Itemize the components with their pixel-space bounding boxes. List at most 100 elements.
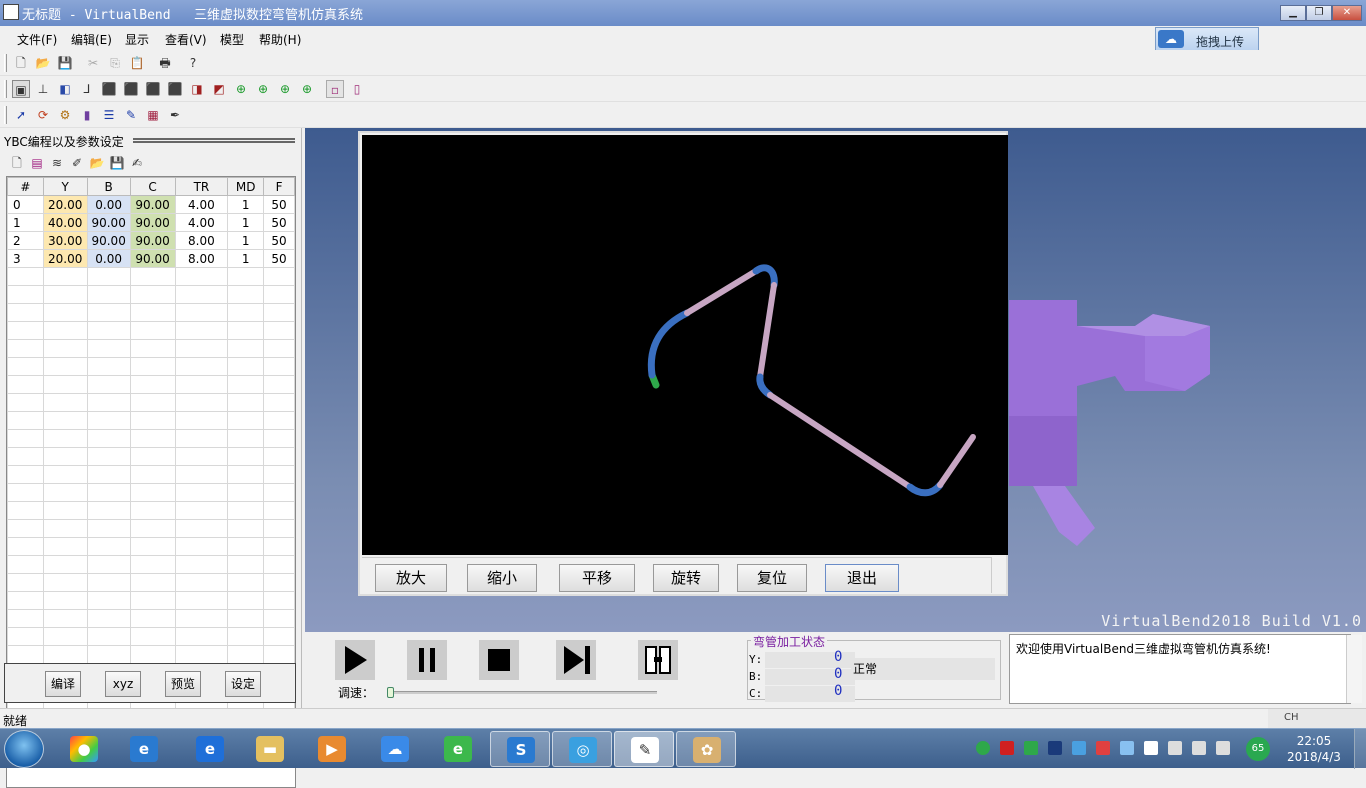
cell-empty[interactable] (7, 375, 44, 394)
cell-empty[interactable] (227, 285, 265, 304)
cell-y[interactable]: 40.00 (42, 213, 88, 232)
taskbar-virtualbend[interactable]: ✎ (614, 731, 674, 767)
cell-empty[interactable] (7, 465, 44, 484)
cell-empty[interactable] (263, 627, 295, 646)
cell-empty[interactable] (263, 357, 295, 376)
cell-empty[interactable] (129, 609, 176, 628)
col-header-f[interactable]: F (263, 177, 295, 196)
cell-empty[interactable] (86, 483, 131, 502)
cell-f[interactable]: 50 (263, 231, 295, 250)
table-row[interactable]: 1 40.00 90.00 90.00 4.00 1 50 (7, 213, 295, 232)
cell-empty[interactable] (7, 303, 44, 322)
view-fit-icon[interactable]: ▣ (12, 80, 30, 98)
taskbar-sogou[interactable]: S (490, 731, 550, 767)
table-row[interactable]: 2 30.00 90.00 90.00 8.00 1 50 (7, 231, 295, 250)
panel-toggle2-icon[interactable]: ▯ (348, 80, 366, 98)
cell-empty[interactable] (227, 267, 265, 286)
cell-empty[interactable] (174, 285, 229, 304)
cell-empty[interactable] (42, 645, 88, 664)
cell-empty[interactable] (227, 339, 265, 358)
minimize-button[interactable]: ▁ (1280, 5, 1306, 21)
compile-button[interactable]: 编译 (45, 671, 81, 697)
zoom-out-button[interactable]: 缩小 (467, 564, 537, 592)
cell-empty[interactable] (129, 591, 176, 610)
select-arrow-icon[interactable]: ➚ (12, 106, 30, 124)
cell-y[interactable]: 30.00 (42, 231, 88, 250)
cell-empty[interactable] (263, 267, 295, 286)
cell-empty[interactable] (42, 429, 88, 448)
cell-y[interactable]: 20.00 (42, 249, 88, 268)
view-bottom-icon[interactable]: ⊥ (34, 80, 52, 98)
cell-empty[interactable] (42, 375, 88, 394)
rotate-tool-icon[interactable]: ⟳ (34, 106, 52, 124)
cell-empty[interactable] (42, 357, 88, 376)
cell-empty[interactable] (263, 501, 295, 520)
menu-model[interactable]: 模型 (220, 31, 244, 48)
cell-empty[interactable] (174, 519, 229, 538)
cell-empty[interactable] (129, 339, 176, 358)
cell-empty[interactable] (227, 645, 265, 664)
cell-empty[interactable] (129, 627, 176, 646)
cell-empty[interactable] (42, 609, 88, 628)
cell-empty[interactable] (86, 375, 131, 394)
cell-empty[interactable] (227, 447, 265, 466)
cell-empty[interactable] (174, 411, 229, 430)
gear-icon[interactable]: ⚙ (56, 106, 74, 124)
cell-empty[interactable] (174, 609, 229, 628)
cell-empty[interactable] (129, 375, 176, 394)
cell-empty[interactable] (129, 501, 176, 520)
col-header-y[interactable]: Y (42, 177, 88, 196)
cell-empty[interactable] (174, 591, 229, 610)
paste-icon[interactable]: 📋 (128, 54, 146, 72)
table-row-empty[interactable] (7, 429, 295, 448)
taskbar-cloud[interactable]: ☁ (365, 731, 425, 767)
message-scrollbar[interactable] (1346, 635, 1362, 703)
stack-icon[interactable]: ≋ (48, 154, 66, 172)
cell-empty[interactable] (263, 285, 295, 304)
tray-wifi-icon[interactable] (1216, 741, 1230, 755)
taskbar-green-app[interactable]: e (428, 731, 488, 767)
tray-battery-icon[interactable] (1168, 741, 1182, 755)
cell-f[interactable]: 50 (263, 195, 295, 214)
cell-empty[interactable] (7, 573, 44, 592)
stop-button[interactable] (479, 640, 519, 680)
cell-empty[interactable] (86, 465, 131, 484)
cell-empty[interactable] (174, 393, 229, 412)
cell-y[interactable]: 20.00 (42, 195, 88, 214)
cell-empty[interactable] (42, 465, 88, 484)
table-row-empty[interactable] (7, 303, 295, 322)
cell-empty[interactable] (263, 429, 295, 448)
cell-empty[interactable] (86, 321, 131, 340)
cell-empty[interactable] (42, 267, 88, 286)
cell-empty[interactable] (86, 357, 131, 376)
cell-empty[interactable] (227, 627, 265, 646)
cell-index[interactable]: 1 (7, 213, 44, 232)
cube-iso-icon[interactable]: ◩ (210, 80, 228, 98)
cell-empty[interactable] (7, 411, 44, 430)
speed-slider-handle[interactable] (387, 687, 394, 698)
cell-empty[interactable] (129, 447, 176, 466)
clock[interactable]: 22:05 2018/4/3 (1284, 733, 1344, 765)
cell-empty[interactable] (174, 303, 229, 322)
menu-view[interactable]: 查看(V) (165, 31, 207, 48)
pen-icon[interactable]: ✒ (166, 106, 184, 124)
table-row-empty[interactable] (7, 447, 295, 466)
cell-empty[interactable] (263, 411, 295, 430)
rotate-button[interactable]: 旋转 (653, 564, 719, 592)
cell-empty[interactable] (7, 537, 44, 556)
table-row-empty[interactable] (7, 591, 295, 610)
cell-empty[interactable] (42, 447, 88, 466)
sphere-view4-icon[interactable]: ⊕ (298, 80, 316, 98)
col-header-b[interactable]: B (86, 177, 131, 196)
cell-empty[interactable] (7, 285, 44, 304)
cell-empty[interactable] (42, 501, 88, 520)
cell-empty[interactable] (7, 645, 44, 664)
play-button[interactable] (335, 640, 375, 680)
machine-icon[interactable]: ▮ (78, 106, 96, 124)
pause-button[interactable] (407, 640, 447, 680)
cell-empty[interactable] (42, 321, 88, 340)
cell-empty[interactable] (42, 519, 88, 538)
cell-empty[interactable] (263, 645, 295, 664)
table-row-empty[interactable] (7, 393, 295, 412)
cell-f[interactable]: 50 (263, 249, 295, 268)
